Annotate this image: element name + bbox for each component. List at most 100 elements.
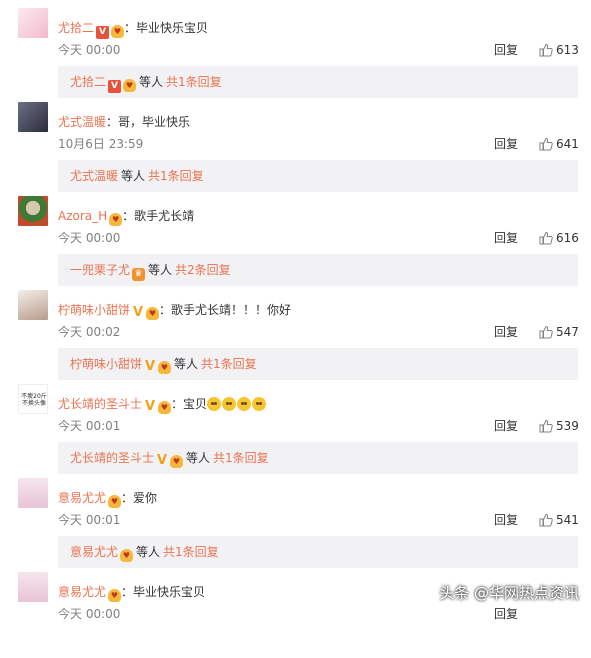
reply-suffix: 等人 bbox=[139, 75, 164, 89]
view-replies-link[interactable]: 共1条回复 bbox=[148, 169, 204, 183]
comment-text: ：歌手尤长靖 bbox=[122, 209, 195, 223]
reply-suffix: 等人 bbox=[136, 545, 161, 559]
comment-username[interactable]: 意易尤尤 bbox=[58, 491, 106, 505]
reply-username[interactable]: 尤拾二 bbox=[70, 75, 106, 89]
comment-item: 意易尤尤 ♥ ：毕业快乐宝贝 今天 00:00 回复 bbox=[0, 564, 591, 658]
comment-username[interactable]: Azora_H bbox=[58, 209, 107, 223]
like-count: 616 bbox=[556, 231, 579, 245]
reply-suffix: 等人 bbox=[186, 451, 211, 465]
like-button[interactable]: 616 bbox=[539, 230, 579, 246]
comment-username[interactable]: 尤拾二 bbox=[58, 21, 94, 35]
reply-suffix: 等人 bbox=[121, 169, 146, 183]
comment-item: 不瘦20斤 不换头像 尤长靖的圣斗士 V ♥ ：宝贝 今天 00:01 回复 539 尤长靖的圣… bbox=[0, 376, 591, 474]
verified-badge-icon: V bbox=[144, 399, 156, 414]
avatar[interactable] bbox=[18, 478, 48, 508]
view-replies-link[interactable]: 共1条回复 bbox=[201, 357, 257, 371]
avatar[interactable] bbox=[18, 196, 48, 226]
thumbs-up-icon bbox=[539, 43, 553, 57]
like-button[interactable]: 613 bbox=[539, 42, 579, 58]
reply-username[interactable]: 尤长靖的圣斗士 bbox=[70, 451, 154, 465]
comment-body: 意易尤尤 ♥ ：爱你 bbox=[58, 490, 157, 508]
fan-badge-icon: ♥ bbox=[158, 361, 172, 374]
comment-text: ：歌手尤长靖！！！你好 bbox=[159, 303, 292, 317]
reply-button[interactable]: 回复 bbox=[494, 137, 518, 151]
comment-text: ：宝贝 bbox=[171, 397, 208, 411]
like-count: 547 bbox=[556, 325, 579, 339]
comment-body: 尤长靖的圣斗士 V ♥ ：宝贝 bbox=[58, 396, 267, 414]
comment-timestamp: 今天 00:00 bbox=[58, 231, 121, 245]
view-replies-link[interactable]: 共1条回复 bbox=[213, 451, 269, 465]
avatar[interactable] bbox=[18, 102, 48, 132]
fan-badge-icon: ♥ bbox=[170, 455, 184, 468]
crown-badge-icon: ♛ bbox=[132, 268, 146, 281]
hugging-emoji-icon bbox=[207, 397, 222, 411]
watermark: 头条 @华网热点资讯 bbox=[439, 584, 579, 602]
view-replies-link[interactable]: 共1条回复 bbox=[163, 545, 219, 559]
comment-text: ：毕业快乐宝贝 bbox=[124, 21, 209, 35]
reply-button[interactable]: 回复 bbox=[494, 43, 518, 57]
comment-timestamp: 今天 00:01 bbox=[58, 513, 121, 527]
reply-button[interactable]: 回复 bbox=[494, 513, 518, 527]
reply-suffix: 等人 bbox=[174, 357, 199, 371]
comment-timestamp: 10月6日 23:59 bbox=[58, 137, 144, 151]
reply-button[interactable]: 回复 bbox=[494, 231, 518, 245]
avatar-text: 不瘦20斤 不换头像 bbox=[21, 393, 47, 407]
like-count: 539 bbox=[556, 419, 579, 433]
comment-text: ：爱你 bbox=[121, 491, 158, 505]
comment-username[interactable]: 柠萌味小甜饼 bbox=[58, 303, 130, 317]
comment-text: ：毕业快乐宝贝 bbox=[121, 585, 206, 599]
view-replies-link[interactable]: 共1条回复 bbox=[166, 75, 222, 89]
verified-badge-icon: V bbox=[132, 305, 144, 320]
fan-badge-icon: ♥ bbox=[146, 307, 160, 320]
comment-username[interactable]: 意易尤尤 bbox=[58, 585, 106, 599]
view-replies-link[interactable]: 共2条回复 bbox=[175, 263, 231, 277]
thumbs-up-icon bbox=[539, 137, 553, 151]
reply-button[interactable]: 回复 bbox=[494, 607, 518, 621]
comment-text: ：哥，毕业快乐 bbox=[106, 115, 191, 129]
reply-button[interactable]: 回复 bbox=[494, 325, 518, 339]
comment-timestamp: 今天 00:00 bbox=[58, 43, 121, 57]
verified-badge-icon: V bbox=[144, 359, 156, 374]
verified-badge-icon: V bbox=[156, 453, 168, 468]
hugging-emoji-icon bbox=[237, 397, 252, 411]
hugging-emoji-icon bbox=[222, 397, 237, 411]
like-button[interactable]: 541 bbox=[539, 512, 579, 528]
avatar[interactable] bbox=[18, 290, 48, 320]
avatar[interactable]: 不瘦20斤 不换头像 bbox=[18, 384, 48, 414]
comment-timestamp: 今天 00:02 bbox=[58, 325, 121, 339]
verified-badge-icon: V bbox=[108, 80, 122, 93]
comment-timestamp: 今天 00:00 bbox=[58, 607, 121, 621]
fan-badge-icon: ♥ bbox=[120, 549, 134, 562]
reply-username[interactable]: 一兜栗子尤 bbox=[70, 263, 130, 277]
hugging-emoji-icon bbox=[252, 397, 267, 411]
thumbs-up-icon bbox=[539, 325, 553, 339]
avatar[interactable] bbox=[18, 8, 48, 38]
like-button[interactable]: 547 bbox=[539, 324, 579, 340]
like-count: 613 bbox=[556, 43, 579, 57]
comment-body: 尤拾二 V ♥ ：毕业快乐宝贝 bbox=[58, 20, 208, 39]
comment-username[interactable]: 尤长靖的圣斗士 bbox=[58, 397, 142, 411]
comment-body: 意易尤尤 ♥ ：毕业快乐宝贝 bbox=[58, 584, 205, 602]
avatar[interactable] bbox=[18, 572, 48, 602]
comment-timestamp: 今天 00:01 bbox=[58, 419, 121, 433]
fan-badge-icon: ♥ bbox=[108, 495, 122, 508]
comment-body: Azora_H ♥ ：歌手尤长靖 bbox=[58, 208, 194, 226]
fan-badge-icon: ♥ bbox=[111, 25, 125, 38]
like-button[interactable]: 539 bbox=[539, 418, 579, 434]
reply-suffix: 等人 bbox=[148, 263, 173, 277]
reply-button[interactable]: 回复 bbox=[494, 419, 518, 433]
comment-item: Azora_H ♥ ：歌手尤长靖 今天 00:00 回复 616 一兜栗子尤 ♛ 等人 共2条回复 bbox=[0, 188, 591, 286]
fan-badge-icon: ♥ bbox=[108, 589, 122, 602]
fan-badge-icon: ♥ bbox=[109, 213, 123, 226]
thumbs-up-icon bbox=[539, 231, 553, 245]
comment-body: 柠萌味小甜饼 V ♥ ：歌手尤长靖！！！你好 bbox=[58, 302, 291, 320]
reply-username[interactable]: 尤式温暖 bbox=[70, 169, 118, 183]
like-count: 641 bbox=[556, 137, 579, 151]
comment-username[interactable]: 尤式温暖 bbox=[58, 115, 106, 129]
fan-badge-icon: ♥ bbox=[123, 79, 137, 92]
like-button[interactable]: 641 bbox=[539, 136, 579, 152]
reply-username[interactable]: 柠萌味小甜饼 bbox=[70, 357, 142, 371]
thumbs-up-icon bbox=[539, 419, 553, 433]
comment-body: 尤式温暖：哥，毕业快乐 bbox=[58, 114, 190, 130]
reply-username[interactable]: 意易尤尤 bbox=[70, 545, 118, 559]
